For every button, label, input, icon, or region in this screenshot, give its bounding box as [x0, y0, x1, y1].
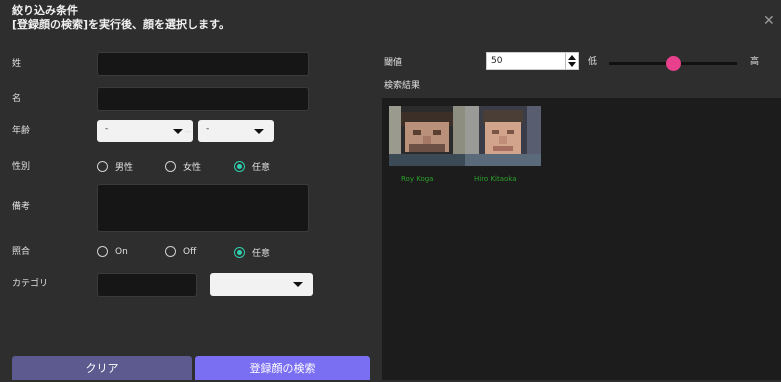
category-input[interactable]	[97, 273, 197, 297]
spin-up-icon[interactable]	[568, 55, 576, 60]
threshold-value: 50	[491, 56, 503, 66]
age-label: 年齢	[12, 126, 31, 136]
face-thumbnail[interactable]	[465, 106, 541, 166]
age-range-separator: ~	[184, 127, 193, 138]
spinbox-divider	[565, 53, 566, 69]
close-icon[interactable]: ✕	[763, 14, 775, 28]
match-label: 照合	[12, 247, 31, 257]
radio-icon	[165, 161, 176, 172]
threshold-slider-handle[interactable]	[666, 56, 681, 71]
category-select[interactable]	[210, 273, 313, 296]
notes-input[interactable]	[97, 184, 309, 232]
first-name-input[interactable]	[97, 87, 309, 111]
radio-icon	[165, 246, 176, 257]
match-radio-any-label: 任意	[252, 249, 271, 259]
chevron-down-icon	[293, 282, 303, 287]
dialog-title-line2: [登録顔の検索]を実行後、顔を選択します。	[12, 18, 230, 31]
threshold-label: 閾値	[384, 58, 403, 68]
match-radio-off[interactable]: Off	[165, 246, 196, 257]
threshold-spinbox[interactable]: 50	[486, 52, 579, 70]
radio-icon	[97, 161, 108, 172]
face-name: Hiro Kitaoka	[474, 175, 517, 183]
gender-radio-female-label: 女性	[183, 163, 202, 173]
threshold-high-label: 高	[750, 57, 760, 67]
age-to-value: -	[206, 124, 210, 134]
spin-down-icon[interactable]	[568, 62, 576, 67]
match-radio-off-label: Off	[183, 246, 197, 257]
dialog-title-line1: 絞り込み条件	[12, 4, 78, 17]
age-from-select[interactable]: -	[97, 120, 193, 142]
last-name-input[interactable]	[97, 52, 309, 76]
face-photo-icon	[465, 106, 541, 166]
gender-radio-female[interactable]: 女性	[165, 160, 201, 173]
dialog-title: 絞り込み条件 [登録顔の検索]を実行後、顔を選択します。	[12, 4, 230, 32]
gender-radio-any-label: 任意	[252, 163, 271, 173]
clear-button[interactable]: クリア	[12, 356, 192, 380]
age-from-value: -	[105, 124, 109, 134]
gender-label: 性別	[12, 162, 31, 172]
radio-selected-icon	[234, 161, 245, 172]
category-label: カテゴリ	[12, 279, 49, 289]
threshold-low-label: 低	[588, 57, 598, 67]
gender-radio-male-label: 男性	[115, 163, 134, 173]
chevron-down-icon	[254, 129, 264, 134]
face-photo-icon	[389, 106, 465, 166]
chevron-down-icon	[173, 129, 183, 134]
results-label: 検索結果	[384, 81, 421, 91]
face-name: Roy Koga	[401, 175, 434, 183]
first-name-label: 名	[12, 94, 22, 104]
match-radio-on-label: On	[115, 246, 128, 257]
face-thumbnail[interactable]	[389, 106, 465, 166]
radio-icon	[97, 246, 108, 257]
match-radio-on[interactable]: On	[97, 246, 128, 257]
match-radio-any[interactable]: 任意	[234, 246, 270, 259]
gender-radio-any[interactable]: 任意	[234, 160, 270, 173]
age-to-select[interactable]: -	[198, 120, 274, 142]
search-registered-faces-button[interactable]: 登録顔の検索	[195, 356, 370, 380]
notes-label: 備考	[12, 202, 31, 212]
gender-radio-male[interactable]: 男性	[97, 160, 133, 173]
last-name-label: 姓	[12, 59, 22, 69]
radio-selected-icon	[234, 247, 245, 258]
